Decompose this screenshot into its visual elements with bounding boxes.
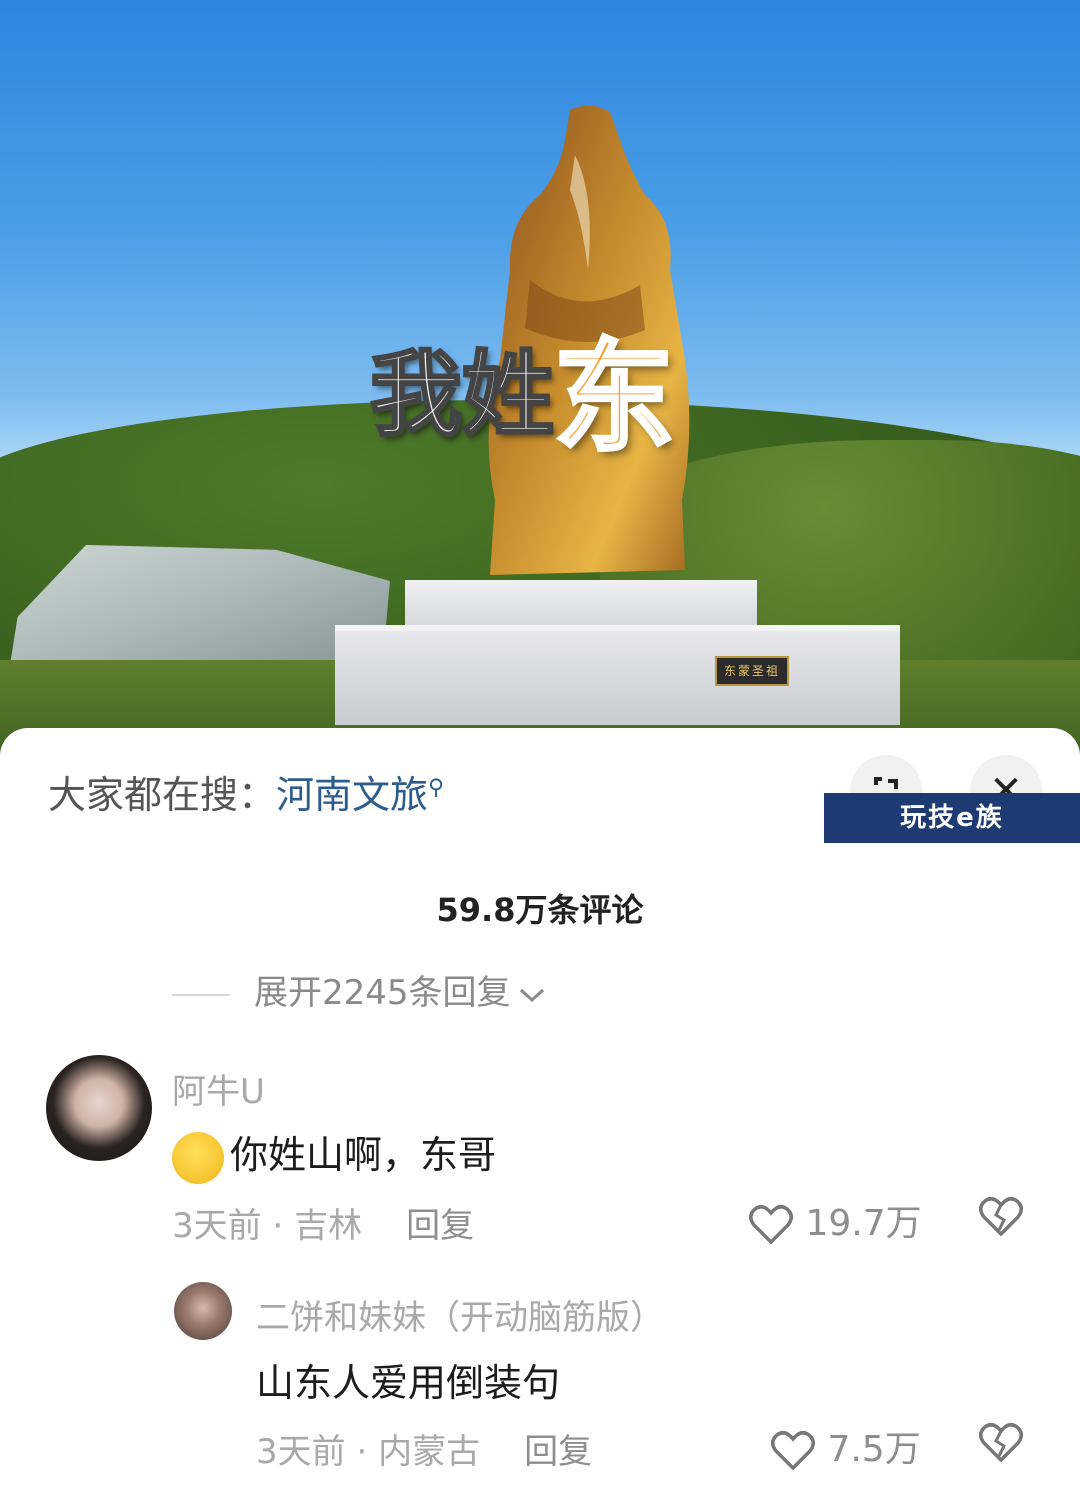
comment-meta: 3天前 · 内蒙古 回复 (256, 1432, 593, 1472)
avatar[interactable] (46, 1055, 152, 1161)
comment-location: 吉林 (294, 1206, 363, 1246)
trending-search-prefix: 大家都在搜： (48, 773, 277, 817)
watermark-badge: 玩技e族 (824, 793, 1080, 843)
comment-text: 你姓山啊，东哥 (172, 1124, 496, 1184)
overlay-title-main: 我姓 (368, 340, 555, 450)
video-overlay-title: 我姓东 (368, 300, 676, 474)
comment-time: 3天前 (256, 1432, 346, 1472)
expand-replies-button[interactable]: 展开2245条回复 (172, 965, 547, 1014)
reply-button[interactable]: 回复 (406, 1206, 474, 1246)
comment-location: 内蒙古 (378, 1432, 481, 1472)
comment-text: 山东人爱用倒装句 (256, 1361, 561, 1405)
heart-icon (749, 1205, 793, 1245)
trending-search[interactable]: 大家都在搜：河南文旅⚲ (48, 764, 444, 819)
comment-username[interactable]: 阿牛U (172, 1064, 265, 1113)
emoji-icon (172, 1131, 224, 1184)
search-icon: ⚲ (428, 775, 445, 801)
comment-meta: 3天前 · 吉林 回复 (172, 1206, 475, 1246)
avatar[interactable] (174, 1282, 232, 1340)
like-button[interactable]: 19.7万 (748, 1194, 922, 1246)
overlay-title-accent: 东 (552, 327, 676, 470)
chevron-down-icon (519, 988, 544, 1002)
heart-icon (771, 1431, 815, 1471)
divider-line (172, 993, 230, 996)
comment-time: 3天前 (172, 1206, 262, 1246)
video-frame[interactable]: 东蒙圣祖 我姓东 (0, 0, 1080, 760)
comments-count: 59.8万条评论 (436, 891, 644, 929)
expand-replies-label: 展开2245条回复 (254, 973, 511, 1013)
like-button[interactable]: 7.5万 (770, 1420, 921, 1472)
base-plaque: 东蒙圣祖 (715, 656, 789, 686)
broken-heart-icon (979, 1197, 1023, 1237)
trending-search-keyword[interactable]: 河南文旅 (276, 773, 428, 817)
broken-heart-icon (979, 1423, 1023, 1463)
dislike-button[interactable] (978, 1196, 1024, 1238)
dislike-button[interactable] (978, 1422, 1024, 1464)
comment-username[interactable]: 二饼和妹妹（开动脑筋版） (256, 1290, 664, 1339)
like-count: 19.7万 (805, 1203, 922, 1244)
like-count: 7.5万 (827, 1429, 921, 1470)
statue-base (335, 625, 900, 725)
comment-text-content: 你姓山啊，东哥 (230, 1133, 497, 1177)
reply-button[interactable]: 回复 (524, 1432, 592, 1472)
